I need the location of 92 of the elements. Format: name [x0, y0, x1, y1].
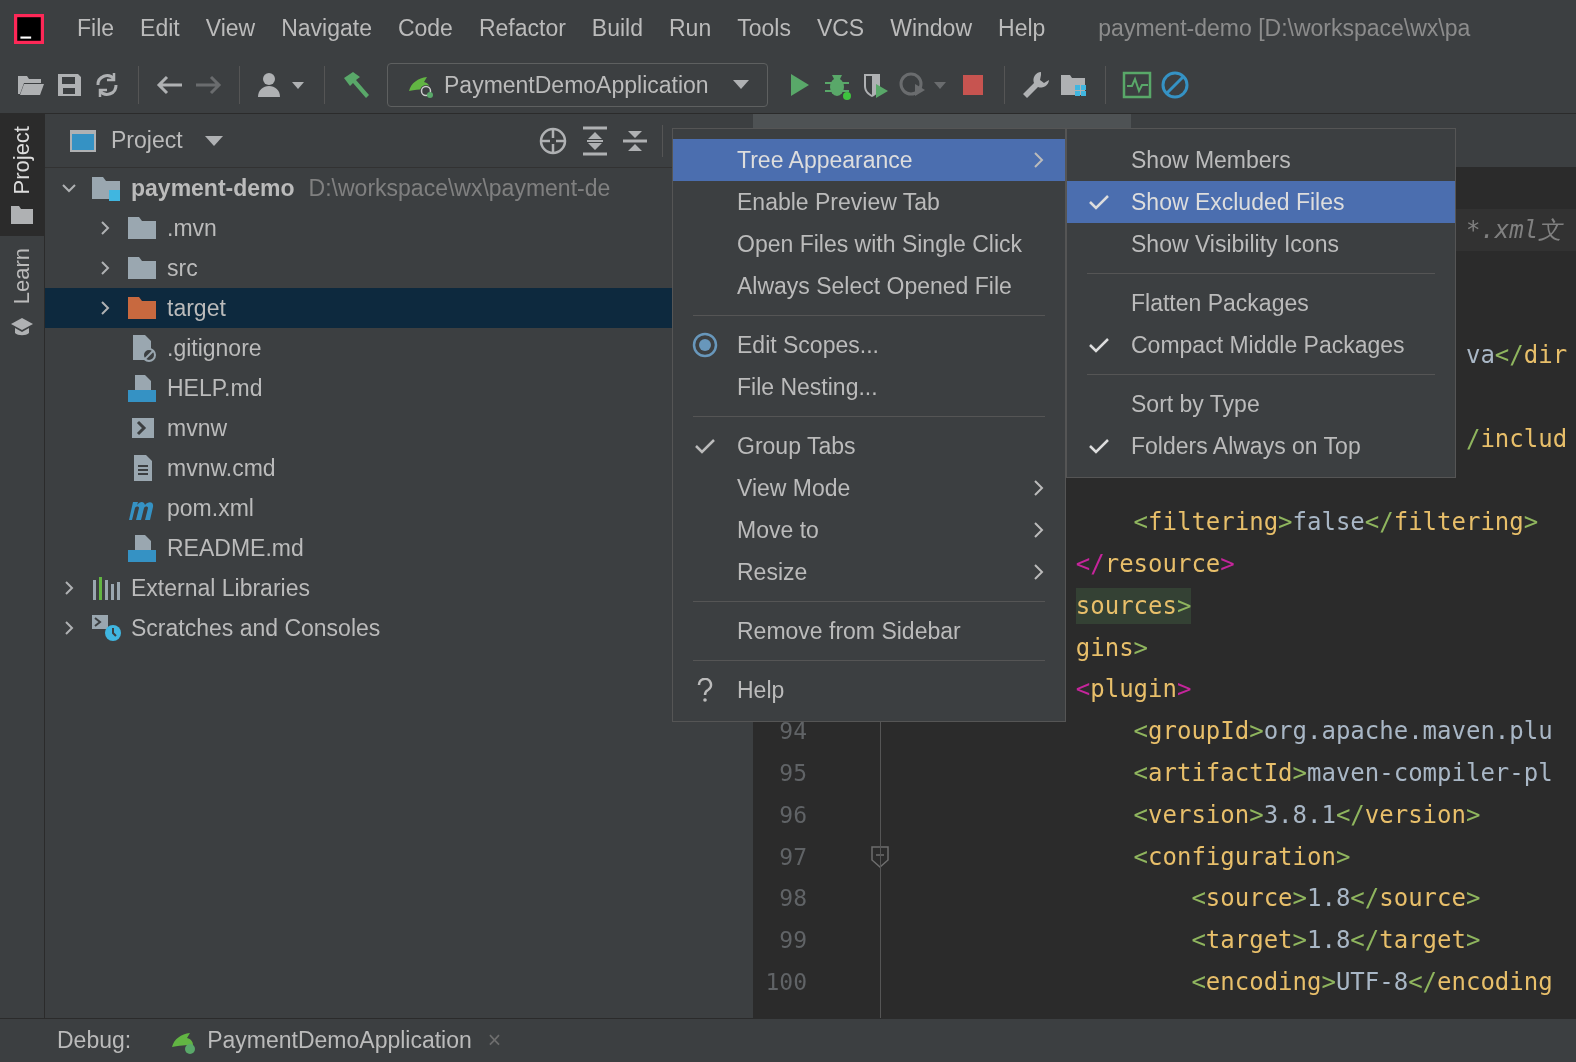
code-line: <encoding>UTF-8</encoding	[1191, 967, 1553, 999]
menu-item[interactable]: VCS	[803, 15, 878, 42]
menu-item[interactable]: Compact Middle Packages	[1067, 324, 1455, 366]
menu-item[interactable]: Folders Always on Top	[1067, 425, 1455, 467]
line-number: 95	[778, 760, 807, 787]
app-logo-icon	[14, 13, 44, 44]
menu-item[interactable]: File	[64, 15, 128, 42]
menu-item[interactable]: Group Tabs	[673, 425, 1065, 467]
tree-item[interactable]: src	[45, 248, 673, 288]
code-line: <target>1.8</target>	[1191, 925, 1481, 957]
menu-item[interactable]: Remove from Sidebar	[673, 610, 1065, 652]
code-line: <version>3.8.1</version>	[1133, 799, 1481, 831]
code-line: <groupId>org.apache.maven.plu	[1133, 716, 1553, 748]
window-title: payment-demo [D:\workspace\wx\pa	[1098, 15, 1471, 42]
menu-item[interactable]: Enable Preview Tab	[673, 181, 1065, 223]
debug-label: Debug:	[57, 1027, 132, 1054]
menu-item[interactable]: Resize	[673, 551, 1065, 593]
line-number: 96	[778, 801, 807, 828]
menu-item[interactable]: Edit Scopes...	[673, 324, 1065, 366]
menu-item[interactable]: View	[192, 15, 269, 42]
code-line: /includ	[1465, 423, 1568, 455]
menu-item[interactable]: Help	[673, 669, 1065, 711]
project-window-icon	[69, 128, 97, 153]
menu-item[interactable]: Tools	[724, 15, 804, 42]
folder-icon	[127, 294, 159, 322]
menu-item[interactable]: Show Members	[1067, 139, 1455, 181]
menu-item[interactable]: Edit	[127, 15, 193, 42]
tree-item[interactable]: HELP.md	[45, 368, 673, 408]
prohibit-icon[interactable]	[1159, 70, 1190, 100]
tree-item[interactable]: payment-demo D:\workspace\wx\payment-de	[45, 168, 673, 208]
line-number: 97	[778, 843, 807, 870]
locate-icon[interactable]	[538, 125, 568, 156]
menu-item[interactable]: File Nesting...	[673, 366, 1065, 408]
radio-icon	[692, 332, 718, 358]
tree-item[interactable]: .mvn	[45, 208, 673, 248]
line-number: 100	[764, 969, 807, 996]
menu-item[interactable]: Sort by Type	[1067, 383, 1455, 425]
folder-icon	[127, 214, 159, 242]
menu-item[interactable]: Code	[384, 15, 466, 42]
question-mark-icon	[697, 678, 713, 702]
menu-item[interactable]: Build	[578, 15, 656, 42]
panel-title[interactable]: Project	[111, 127, 183, 154]
line-number: 94	[778, 718, 807, 745]
tree-item[interactable]: mvnw	[45, 408, 673, 448]
code-line: gins>	[1075, 632, 1149, 664]
tool-window-tab[interactable]: Project	[0, 114, 44, 237]
libraries-icon	[91, 574, 123, 602]
menu-item[interactable]: Show Visibility Icons	[1067, 223, 1455, 265]
caret-icon[interactable]	[204, 135, 223, 146]
menu-item[interactable]: Show Excluded Files	[1067, 181, 1455, 223]
tool-window-tab[interactable]: Learn	[0, 236, 44, 349]
comment-line: *.xml文	[1465, 214, 1563, 246]
tree-item[interactable]: .gitignore	[45, 328, 673, 368]
expand-all-icon[interactable]	[582, 125, 608, 156]
module-folder-icon	[91, 174, 123, 202]
menu-item[interactable]: Navigate	[268, 15, 385, 42]
run-configuration-dropdown[interactable]: PaymentDemoApplication	[387, 63, 768, 107]
tree-item[interactable]: README.md	[45, 528, 673, 568]
line-number: 99	[778, 927, 807, 954]
code-line: <artifactId>maven-compiler-pl	[1133, 758, 1553, 790]
tree-item[interactable]: Scratches and Consoles	[45, 608, 673, 648]
activity-monitor-icon[interactable]	[1121, 70, 1152, 100]
markdown-file-icon	[127, 374, 159, 402]
code-line: <configuration>	[1133, 841, 1351, 873]
code-line: va</dir	[1465, 340, 1568, 372]
menu-item[interactable]: Help	[985, 15, 1059, 42]
menu-item[interactable]: Flatten Packages	[1067, 282, 1455, 324]
folder-icon	[11, 206, 33, 225]
graduation-cap-icon	[10, 316, 34, 337]
code-line: <plugin>	[1075, 674, 1192, 706]
scratch-console-icon	[91, 614, 123, 642]
menu-item[interactable]: Run	[656, 15, 725, 42]
code-line: <source>1.8</source>	[1191, 883, 1481, 915]
tree-item[interactable]: target	[45, 288, 673, 328]
tree-item[interactable]: mvnw.cmd	[45, 448, 673, 488]
menu-item[interactable]: Window	[877, 15, 985, 42]
menu-item[interactable]: Always Select Opened File	[673, 265, 1065, 307]
line-number: 98	[778, 885, 807, 912]
menu-item[interactable]: Move to	[673, 509, 1065, 551]
menu-item[interactable]: Refactor	[465, 15, 579, 42]
menu-item[interactable]: Open Files with Single Click	[673, 223, 1065, 265]
markdown-file-icon	[127, 534, 159, 562]
tree-item[interactable]: pom.xml	[45, 488, 673, 528]
hammer-icon[interactable]	[341, 70, 371, 100]
menu-item[interactable]: Tree Appearance	[673, 139, 1065, 181]
caret-icon	[732, 80, 749, 90]
code-line: <filtering>false</filtering>	[1133, 507, 1539, 539]
folder-icon	[127, 254, 159, 282]
menu-item[interactable]: View Mode	[673, 467, 1065, 509]
code-line: </resource>	[1075, 549, 1235, 581]
tree-item[interactable]: External Libraries	[45, 568, 673, 608]
debug-tab[interactable]: PaymentDemoApplication ×	[169, 1026, 502, 1055]
